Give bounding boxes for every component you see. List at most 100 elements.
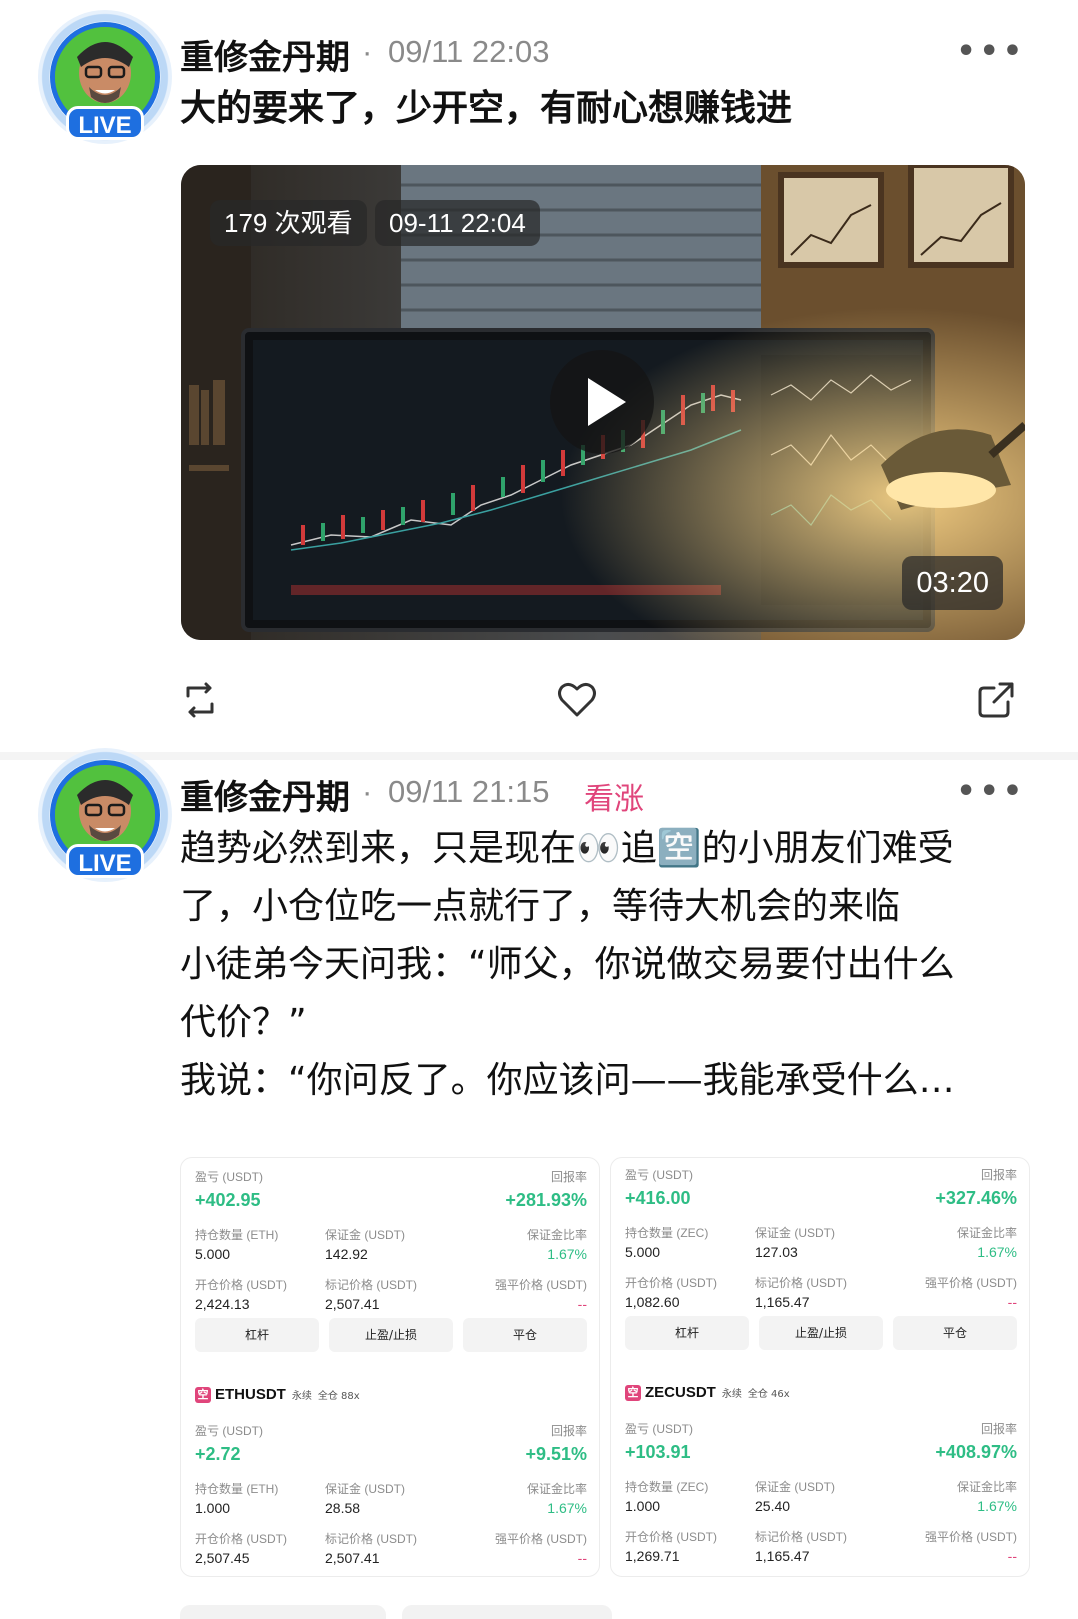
play-button[interactable] <box>550 350 654 454</box>
live-badge: LIVE <box>66 106 144 140</box>
author-avatar[interactable]: LIVE <box>38 748 172 882</box>
mark-price-label: 标记价格 (USDT) <box>325 1278 417 1292</box>
video-duration: 03:20 <box>902 556 1003 610</box>
post-text[interactable]: 趋势必然到来，只是现在👀追🈳的小朋友们难受 了，小仓位吃一点就行了，等待大机会的… <box>180 820 1030 1110</box>
feed-post: LIVE 重修金丹期 · 09/11 22:03 ••• 大的要来了，少开空，有… <box>0 0 1078 752</box>
mark-price-label: 标记价格 (USDT) <box>755 1530 847 1544</box>
leverage-button[interactable]: 杠杆 <box>625 1316 749 1350</box>
pnl-value: +416.00 <box>625 1188 691 1208</box>
view-count: 179 次观看 <box>210 200 367 246</box>
share-button[interactable] <box>976 680 1016 724</box>
margin-label: 保证金 (USDT) <box>755 1226 835 1240</box>
more-options-icon[interactable]: ••• <box>956 34 1026 69</box>
liq-price-label: 强平价格 (USDT) <box>495 1278 587 1292</box>
qty-value: 1.000 <box>625 1498 661 1514</box>
symbol-name: ZECUSDT <box>645 1384 716 1401</box>
sentiment-tag[interactable]: 看涨 <box>584 774 644 818</box>
margin-ratio-value: 1.67% <box>547 1246 587 1262</box>
qty-label: 持仓数量 (ZEC) <box>625 1480 709 1494</box>
margin-mode-tag: 全仓 46x <box>747 1389 790 1400</box>
pnl-label: 盈亏 (USDT) <box>625 1168 693 1182</box>
tpsl-button[interactable]: 止盈/止损 <box>329 1318 453 1352</box>
post-text-line: 趋势必然到来，只是现在👀追🈳的小朋友们难受 <box>180 828 954 869</box>
open-price-value: 1,269.71 <box>625 1548 680 1564</box>
dot-separator: · <box>362 34 373 69</box>
roi-label: 回报率 <box>980 1168 1017 1182</box>
author-avatar[interactable]: LIVE <box>38 10 172 144</box>
post-text-line: 我说：“你问反了。你应该问——我能承受什么… <box>180 1060 955 1101</box>
qty-label: 持仓数量 (ZEC) <box>625 1226 709 1240</box>
position-block: 盈亏 (USDT) 回报率 +103.91 +408.97% 持仓数量 (ZEC… <box>625 1420 1017 1570</box>
author-name[interactable]: 重修金丹期 <box>180 770 350 819</box>
pnl-label: 盈亏 (USDT) <box>625 1422 693 1436</box>
leverage-button[interactable]: 杠杆 <box>195 1318 319 1352</box>
roi-value: +408.97% <box>935 1442 1017 1462</box>
post-actions <box>0 680 1078 724</box>
open-price-value: 2,424.13 <box>195 1296 250 1312</box>
video-date: 09-11 22:04 <box>375 200 540 246</box>
symbol-name: ETHUSDT <box>215 1386 286 1403</box>
author-name[interactable]: 重修金丹期 <box>180 30 350 79</box>
qty-value: 1.000 <box>195 1500 231 1516</box>
roi-value: +281.93% <box>505 1190 587 1210</box>
open-price-value: 2,507.45 <box>195 1550 250 1566</box>
open-price-label: 开仓价格 (USDT) <box>195 1532 287 1546</box>
pnl-label: 盈亏 (USDT) <box>195 1170 263 1184</box>
qty-value: 5.000 <box>625 1244 661 1260</box>
symbol-header: 空 ETHUSDT 永续 全仓 88x <box>195 1386 360 1403</box>
margin-value: 28.58 <box>325 1500 361 1516</box>
more-options-icon[interactable]: ••• <box>956 774 1026 809</box>
close-position-button[interactable]: 平仓 <box>463 1318 587 1352</box>
margin-ratio-value: 1.67% <box>977 1244 1017 1260</box>
liq-price-value: -- <box>1007 1548 1017 1564</box>
liq-price-label: 强平价格 (USDT) <box>925 1530 1017 1544</box>
margin-label: 保证金 (USDT) <box>325 1228 405 1242</box>
feed-post: LIVE 重修金丹期 · 09/11 21:15 看涨 ••• 趋势必然到来，只… <box>0 748 1078 1619</box>
open-price-value: 1,082.60 <box>625 1294 680 1310</box>
qty-value: 5.000 <box>195 1246 231 1262</box>
post-time: 09/11 22:03 <box>388 34 550 69</box>
short-badge: 空 <box>195 1387 211 1403</box>
close-position-button[interactable]: 平仓 <box>893 1316 1017 1350</box>
video-player[interactable]: 179 次观看 09-11 22:04 03:20 <box>181 165 1025 640</box>
qty-label: 持仓数量 (ETH) <box>195 1482 279 1496</box>
open-price-label: 开仓价格 (USDT) <box>625 1530 717 1544</box>
pnl-value: +103.91 <box>625 1442 691 1462</box>
mark-price-label: 标记价格 (USDT) <box>755 1276 847 1290</box>
pnl-value: +2.72 <box>195 1444 241 1464</box>
pnl-label: 盈亏 (USDT) <box>195 1424 263 1438</box>
post-text-line: 了，小仓位吃一点就行了，等待大机会的来临 <box>180 886 901 927</box>
short-badge: 空 <box>625 1385 641 1401</box>
like-button[interactable] <box>556 680 598 724</box>
perp-tag: 永续 <box>291 1391 312 1402</box>
post-text[interactable]: 大的要来了，少开空，有耐心想赚钱进 <box>180 80 1030 138</box>
repost-button[interactable] <box>180 680 220 724</box>
roi-value: +9.51% <box>525 1444 587 1464</box>
margin-ratio-value: 1.67% <box>547 1500 587 1516</box>
post-time: 09/11 21:15 <box>388 774 550 809</box>
share-icon <box>978 682 1014 718</box>
mark-price-value: 2,507.41 <box>325 1296 380 1312</box>
liq-price-label: 强平价格 (USDT) <box>495 1532 587 1546</box>
margin-mode-tag: 全仓 88x <box>317 1391 360 1402</box>
position-screenshot-zec[interactable]: 盈亏 (USDT) 回报率 +416.00 +327.46% 持仓数量 (ZEC… <box>610 1157 1030 1577</box>
position-screenshot-eth[interactable]: 盈亏 (USDT) 回报率 +402.95 +281.93% 持仓数量 (ETH… <box>180 1157 600 1577</box>
liq-price-value: -- <box>577 1296 587 1312</box>
tpsl-button[interactable]: 止盈/止损 <box>759 1316 883 1350</box>
margin-label: 保证金 (USDT) <box>325 1482 405 1496</box>
symbol-header: 空 ZECUSDT 永续 全仓 46x <box>625 1384 790 1401</box>
margin-ratio-label: 保证金比率 <box>956 1480 1017 1494</box>
post-text-line: 小徒弟今天问我：“师父，你说做交易要付出什么 <box>180 944 955 985</box>
roi-value: +327.46% <box>935 1188 1017 1208</box>
margin-ratio-label: 保证金比率 <box>526 1228 587 1242</box>
margin-label: 保证金 (USDT) <box>755 1480 835 1494</box>
pnl-value: +402.95 <box>195 1190 261 1210</box>
mark-price-label: 标记价格 (USDT) <box>325 1532 417 1546</box>
play-icon <box>588 378 626 426</box>
margin-ratio-value: 1.67% <box>977 1498 1017 1514</box>
liq-price-label: 强平价格 (USDT) <box>925 1276 1017 1290</box>
liq-price-value: -- <box>1007 1294 1017 1310</box>
attached-images[interactable]: 盈亏 (USDT) 回报率 +402.95 +281.93% 持仓数量 (ETH… <box>180 1157 1030 1619</box>
qty-label: 持仓数量 (ETH) <box>195 1228 279 1242</box>
mark-price-value: 2,507.41 <box>325 1550 380 1566</box>
